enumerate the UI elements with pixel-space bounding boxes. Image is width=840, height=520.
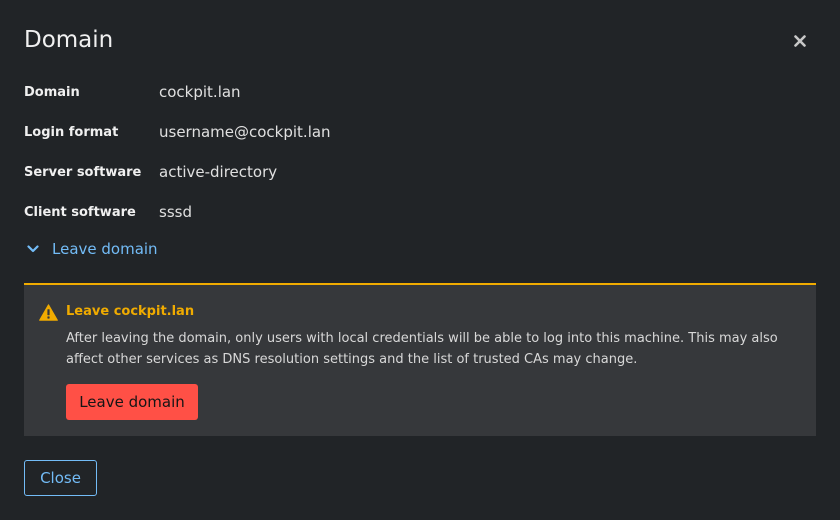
alert-description: After leaving the domain, only users wit…	[66, 331, 778, 367]
detail-label: Login format	[24, 124, 119, 140]
leave-domain-toggle[interactable]: Leave domain	[24, 236, 158, 262]
detail-label: Client software	[24, 204, 136, 220]
close-button[interactable]: Close	[24, 460, 97, 496]
detail-label: Domain	[24, 84, 80, 100]
domain-dialog: Domain Domain cockpit.lan Login format u…	[0, 0, 840, 520]
detail-row-login-format: Login format username@cockpit.lan	[24, 112, 331, 152]
domain-details: Domain cockpit.lan Login format username…	[24, 72, 331, 232]
detail-value: cockpit.lan	[159, 83, 241, 101]
detail-value: active-directory	[159, 163, 278, 181]
alert-title: Leave cockpit.lan	[66, 304, 195, 319]
warning-triangle-icon	[39, 304, 58, 321]
leave-domain-button[interactable]: Leave domain	[66, 384, 198, 420]
close-icon[interactable]	[791, 32, 809, 50]
leave-domain-toggle-label: Leave domain	[52, 240, 158, 258]
detail-row-domain: Domain cockpit.lan	[24, 72, 331, 112]
detail-label: Server software	[24, 164, 142, 180]
leave-domain-warning-alert: Leave cockpit.lan After leaving the doma…	[24, 283, 816, 436]
detail-row-server-software: Server software active-directory	[24, 152, 331, 192]
dialog-title: Domain	[24, 27, 114, 53]
detail-row-client-software: Client software sssd	[24, 192, 331, 232]
chevron-down-icon	[24, 240, 42, 258]
detail-value: username@cockpit.lan	[159, 123, 331, 141]
detail-value: sssd	[159, 203, 192, 221]
